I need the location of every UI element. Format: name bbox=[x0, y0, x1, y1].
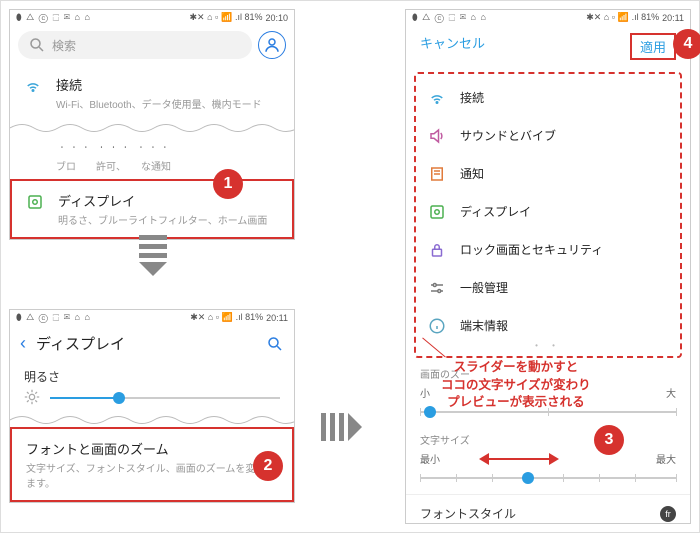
zoom-min: 小 bbox=[420, 385, 430, 400]
clock: 20:10 bbox=[265, 13, 288, 23]
preview-row-general[interactable]: 一般管理 bbox=[416, 268, 680, 306]
step-badge-4: 4 bbox=[673, 29, 700, 59]
row-subtitle: 文字サイズ、フォントスタイル、画面のズームを変更します。 bbox=[26, 460, 278, 490]
font-max: 最大 bbox=[656, 451, 676, 466]
preview-row-sound[interactable]: サウンドとバイブ bbox=[416, 116, 680, 154]
info-icon bbox=[428, 317, 446, 335]
lock-icon bbox=[428, 241, 446, 259]
header-bar: ‹ ディスプレイ bbox=[10, 325, 294, 362]
preview-area: 接続 サウンドとバイブ 通知 ディスプレイ ロック画面とセキュリティ 一般管理 … bbox=[414, 72, 682, 358]
person-icon bbox=[263, 36, 281, 54]
connection-icon bbox=[428, 89, 446, 107]
row-title: 接続 bbox=[56, 75, 262, 94]
search-bar: 検索 bbox=[10, 25, 294, 65]
cancel-button[interactable]: キャンセル bbox=[420, 33, 485, 60]
zoom-max: 大 bbox=[666, 385, 676, 400]
search-input[interactable]: 検索 bbox=[18, 31, 252, 59]
torn-edge bbox=[10, 413, 294, 427]
search-placeholder: 検索 bbox=[52, 37, 76, 54]
search-icon[interactable] bbox=[266, 335, 284, 353]
status-left-icons: ⬮ △ ⓒ ⬚ ✉ ⌂ ⌂ bbox=[16, 12, 91, 23]
account-button[interactable] bbox=[258, 31, 286, 59]
row-subtitle: Wi-Fi、Bluetooth、データ使用量、機内モード bbox=[56, 96, 262, 111]
brightness-label: 明るさ bbox=[10, 362, 294, 385]
sliders-icon bbox=[428, 279, 446, 297]
font-style-label: フォントスタイル bbox=[420, 505, 516, 522]
settings-row-obscured[interactable]: ᆞᆞᆞ ᆞᆞᆞ ᆞᆞᆞ ブロ 許可、 な通知 bbox=[10, 135, 294, 179]
clock: 20:11 bbox=[662, 13, 684, 23]
page-dots: • • bbox=[416, 339, 680, 352]
arrow-right-icon bbox=[321, 413, 362, 441]
page-title: ディスプレイ bbox=[36, 333, 256, 354]
phone-font-zoom: ⬮ △ ⓒ ⬚ ✉ ⌂ ⌂ ✱✕ ⌂ ▫ 📶 .ıl 81% 20:11 キャン… bbox=[405, 9, 691, 524]
display-icon bbox=[428, 203, 446, 221]
phone-display-settings: ⬮ △ ⓒ ⬚ ✉ ⌂ ⌂ ✱✕ ⌂ ▫ 📶 .ıl 81% 20:11 ‹ デ… bbox=[9, 309, 295, 503]
preview-row-device[interactable]: 端末情報 bbox=[416, 306, 680, 339]
font-size-label: 文字サイズ bbox=[406, 428, 690, 449]
torn-edge bbox=[10, 121, 294, 135]
font-size-slider[interactable] bbox=[420, 470, 676, 486]
back-button[interactable]: ‹ bbox=[20, 333, 26, 354]
search-icon bbox=[28, 36, 46, 54]
connection-icon bbox=[24, 77, 42, 95]
row-subtitle: 明るさ、ブルーライトフィルター、ホーム画面 bbox=[58, 212, 267, 227]
settings-row-fontzoom[interactable]: フォントと画面のズーム 文字サイズ、フォントスタイル、画面のズームを変更します。 bbox=[10, 427, 294, 502]
status-bar: ⬮ △ ⓒ ⬚ ✉ ⌂ ⌂ ✱✕ ⌂ ▫ 📶 .ıl 81% 20:11 bbox=[406, 10, 690, 25]
sound-icon bbox=[428, 127, 446, 145]
status-bar: ⬮ △ ⓒ ⬚ ✉ ⌂ ⌂ ✱✕ ⌂ ▫ 📶 .ıl 81% 20:11 bbox=[10, 310, 294, 325]
preview-row-lock[interactable]: ロック画面とセキュリティ bbox=[416, 230, 680, 268]
display-icon bbox=[26, 193, 44, 211]
row-title: フォントと画面のズーム bbox=[26, 439, 169, 458]
brightness-slider[interactable] bbox=[50, 389, 280, 407]
sun-icon bbox=[24, 389, 40, 410]
settings-row-display[interactable]: ディスプレイ 明るさ、ブルーライトフィルター、ホーム画面 bbox=[10, 179, 294, 239]
clock: 20:11 bbox=[266, 313, 288, 323]
double-arrow-icon bbox=[479, 453, 559, 465]
font-min: 最小 bbox=[420, 451, 440, 466]
preview-row-display[interactable]: ディスプレイ bbox=[416, 192, 680, 230]
step-badge-2: 2 bbox=[253, 451, 283, 481]
action-bar: キャンセル 適用 bbox=[406, 25, 690, 68]
status-right: ✱✕ ⌂ ▫ 📶 .ıl 81% 20:10 bbox=[190, 12, 288, 23]
status-bar: ⬮ △ ⓒ ⬚ ✉ ⌂ ⌂ ✱✕ ⌂ ▫ 📶 .ıl 81% 20:10 bbox=[10, 10, 294, 25]
notification-icon bbox=[428, 165, 446, 183]
step-badge-3: 3 bbox=[594, 425, 624, 455]
font-style-row[interactable]: フォントスタイル fr bbox=[406, 494, 690, 532]
callout-text: スライダーを動かすと ココの文字サイズが変わり プレビューが表示される bbox=[441, 359, 591, 412]
preview-row-notif[interactable]: 通知 bbox=[416, 154, 680, 192]
apply-button[interactable]: 適用 bbox=[630, 33, 676, 60]
arrow-down-icon bbox=[139, 235, 167, 276]
font-badge-icon: fr bbox=[660, 506, 676, 522]
preview-row-connect[interactable]: 接続 bbox=[416, 78, 680, 116]
step-badge-1: 1 bbox=[213, 169, 243, 199]
phone-settings-top: ⬮ △ ⓒ ⬚ ✉ ⌂ ⌂ ✱✕ ⌂ ▫ 📶 .ıl 81% 20:10 検索 … bbox=[9, 9, 295, 240]
settings-row-connection[interactable]: 接続 Wi-Fi、Bluetooth、データ使用量、機内モード bbox=[10, 65, 294, 121]
